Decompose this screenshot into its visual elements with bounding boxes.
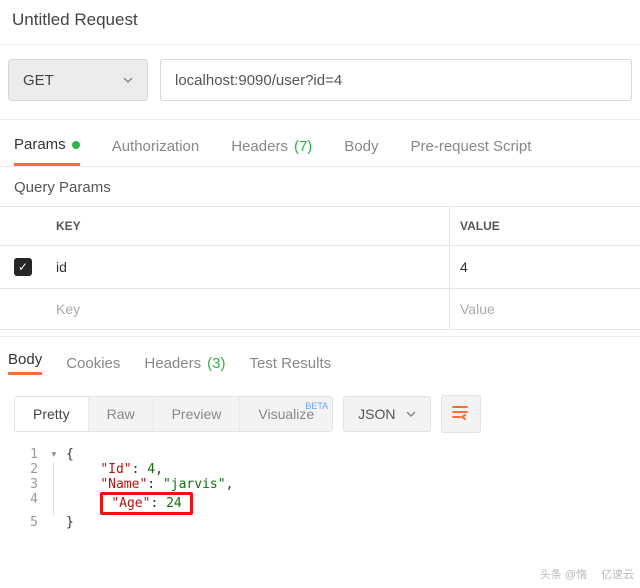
table-row: ✓ id 4 — [0, 246, 640, 289]
wrap-icon — [451, 404, 471, 425]
col-checkbox — [0, 214, 46, 238]
line-number: 3 — [0, 477, 50, 492]
line-number: 2 — [0, 462, 50, 477]
param-key-cell[interactable]: id — [46, 247, 450, 287]
beta-badge: BETA — [305, 401, 328, 411]
view-mode-segment: Pretty Raw Preview Visualize BETA — [14, 396, 333, 432]
watermark: 头条 @惰 亿速云 — [540, 566, 634, 582]
line-number: 4 — [0, 492, 50, 515]
tab-headers[interactable]: Headers (7) — [231, 138, 312, 165]
tab-prerequest[interactable]: Pre-request Script — [411, 138, 532, 165]
view-pretty-button[interactable]: Pretty — [15, 397, 88, 431]
line-number: 1 — [0, 447, 50, 462]
http-method-select[interactable]: GET — [8, 59, 148, 101]
request-bar: GET — [0, 45, 640, 120]
view-raw-button[interactable]: Raw — [88, 397, 153, 431]
wrap-lines-button[interactable] — [441, 395, 481, 433]
request-tabs: Params Authorization Headers (7) Body Pr… — [0, 120, 640, 167]
line-number: 5 — [0, 515, 50, 530]
status-dot-icon — [72, 141, 80, 149]
http-method-label: GET — [23, 72, 54, 89]
resp-tab-headers[interactable]: Headers (3) — [144, 355, 225, 372]
chevron-down-icon — [123, 72, 133, 89]
response-toolbar: Pretty Raw Preview Visualize BETA JSON — [0, 385, 640, 443]
highlight-box: "Age": 24 — [100, 492, 192, 515]
resp-tab-body[interactable]: Body — [8, 351, 42, 375]
view-visualize-button[interactable]: Visualize BETA — [239, 397, 332, 431]
resp-tab-test-results[interactable]: Test Results — [249, 355, 331, 372]
format-select[interactable]: JSON — [343, 396, 430, 432]
param-key-input[interactable]: Key — [46, 289, 450, 329]
row-checkbox[interactable]: ✓ — [14, 258, 32, 276]
query-params-title: Query Params — [0, 167, 640, 206]
row-checkbox-empty[interactable] — [0, 297, 46, 321]
col-value: VALUE — [450, 207, 640, 245]
param-value-cell[interactable]: 4 — [450, 247, 640, 287]
fold-icon[interactable]: ▾ — [50, 447, 66, 462]
request-url-input[interactable] — [160, 59, 632, 101]
response-body-viewer[interactable]: 1▾{ 2 "Id": 4, 3 "Name": "jarvis", 4 "Ag… — [0, 443, 640, 550]
resp-tab-cookies[interactable]: Cookies — [66, 355, 120, 372]
col-key: KEY — [46, 207, 450, 245]
request-title: Untitled Request — [0, 0, 640, 45]
check-icon: ✓ — [18, 260, 28, 274]
view-preview-button[interactable]: Preview — [153, 397, 240, 431]
response-tabs: Body Cookies Headers (3) Test Results — [0, 336, 640, 385]
table-row: Key Value — [0, 289, 640, 330]
query-params-table: KEY VALUE ✓ id 4 Key Value — [0, 206, 640, 330]
format-label: JSON — [358, 406, 395, 422]
tab-authorization[interactable]: Authorization — [112, 138, 200, 165]
tab-body[interactable]: Body — [344, 138, 378, 165]
chevron-down-icon — [406, 406, 416, 422]
param-value-input[interactable]: Value — [450, 289, 640, 329]
tab-params[interactable]: Params — [14, 136, 80, 166]
